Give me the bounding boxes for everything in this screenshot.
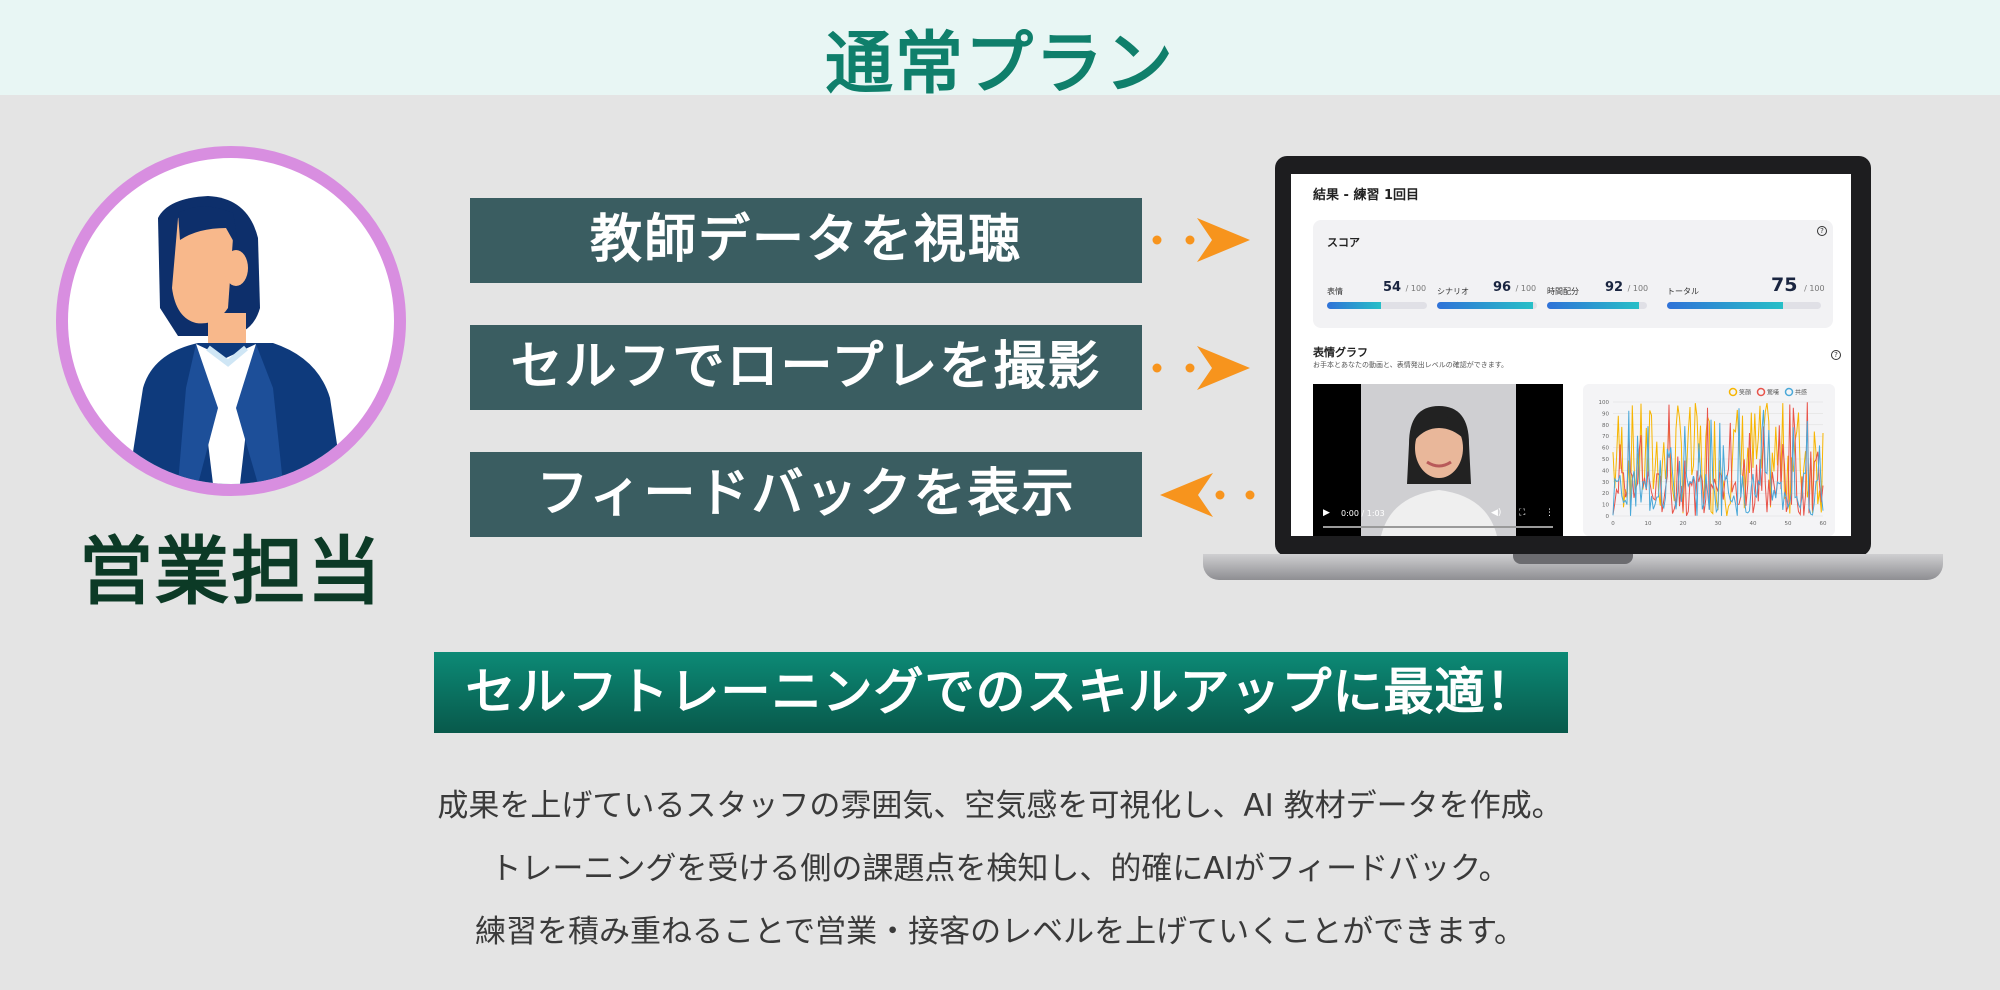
x-tick-label: 20 bbox=[1680, 521, 1687, 527]
y-tick-label: 20 bbox=[1602, 491, 1609, 497]
score-label: シナリオ bbox=[1437, 287, 1469, 296]
expression-graph-subtitle: お手本とあなたの動画と、表情発出レベルの確認ができます。 bbox=[1313, 361, 1509, 369]
score-item-scenario: シナリオ 96 / 100 bbox=[1437, 280, 1537, 310]
score-label: 時間配分 bbox=[1547, 287, 1579, 296]
description-line: 練習を積み重ねることで営業・接客のレベルを上げていくことができます。 bbox=[475, 914, 1525, 950]
score-title: スコア bbox=[1327, 236, 1360, 249]
score-bar bbox=[1547, 302, 1647, 309]
y-tick-label: 0 bbox=[1606, 514, 1610, 520]
video-time: 0:00 / 1:03 bbox=[1341, 509, 1385, 518]
description-line: トレーニングを受ける側の課題点を検知し、的確にAIがフィードバック。 bbox=[490, 851, 1510, 887]
header-bar: 通常プラン bbox=[0, 0, 2000, 104]
score-label: トータル bbox=[1667, 287, 1699, 296]
expression-chart: 笑顔 驚嘆 共感 100 90 80 70 60 50 40 30 20 10 0 0 10 20 30 40 50 6… bbox=[1583, 384, 1835, 536]
y-tick-label: 40 bbox=[1602, 468, 1609, 474]
legend-swatch bbox=[1784, 387, 1794, 397]
more-options-icon[interactable]: ⋮ bbox=[1545, 508, 1554, 518]
score-bar bbox=[1667, 302, 1821, 309]
role-label: 営業担当 bbox=[79, 529, 383, 615]
description-line: 成果を上げているスタッフの雰囲気、空気感を可視化し、AI 教材データを作成。 bbox=[437, 788, 1563, 824]
laptop: 結果 - 練習 1回目 スコア ? 表情 54 / 100 シナリオ 96 / … bbox=[1203, 156, 1943, 586]
legend-label: 笑顔 bbox=[1739, 389, 1751, 397]
legend-swatch bbox=[1756, 387, 1766, 397]
step-record-roleplay: セルフでロープレを撮影 bbox=[470, 325, 1142, 410]
score-value: 54 / 100 bbox=[1383, 280, 1427, 295]
score-bar bbox=[1327, 302, 1427, 309]
fullscreen-icon[interactable]: ⛶ bbox=[1519, 508, 1525, 518]
score-value: 92 / 100 bbox=[1605, 280, 1649, 295]
businesswoman-illustration bbox=[128, 196, 343, 484]
laptop-screen: 結果 - 練習 1回目 スコア ? 表情 54 / 100 シナリオ 96 / … bbox=[1291, 174, 1851, 536]
score-bar bbox=[1437, 302, 1537, 309]
y-tick-label: 60 bbox=[1602, 446, 1609, 452]
score-panel: スコア ? 表情 54 / 100 シナリオ 96 / 100 時間配分 92 … bbox=[1313, 220, 1833, 328]
x-tick-label: 50 bbox=[1785, 521, 1792, 527]
avatar bbox=[56, 146, 406, 496]
x-tick-label: 10 bbox=[1645, 521, 1652, 527]
score-item-expression: 表情 54 / 100 bbox=[1327, 280, 1427, 310]
result-title: 結果 - 練習 1回目 bbox=[1313, 188, 1420, 203]
y-tick-label: 10 bbox=[1602, 503, 1609, 509]
legend-swatch bbox=[1728, 387, 1738, 397]
y-tick-label: 90 bbox=[1602, 411, 1609, 417]
expression-graph-title: 表情グラフ bbox=[1313, 346, 1368, 359]
legend-label: 共感 bbox=[1795, 389, 1807, 397]
expression-line-chart: 笑顔 驚嘆 共感10090807060504030201000 10 20 30 40 50 6… bbox=[1599, 387, 1827, 527]
y-tick-label: 30 bbox=[1602, 480, 1609, 486]
page-title: 通常プラン bbox=[824, 25, 1175, 104]
video-controls: ▶ 0:00 / 1:03 ◀) ⛶ ⋮ bbox=[1313, 496, 1563, 536]
legend-label: 驚嘆 bbox=[1767, 389, 1779, 397]
help-icon[interactable]: ? bbox=[1831, 350, 1841, 360]
x-tick-label: 40 bbox=[1750, 521, 1757, 527]
volume-icon[interactable]: ◀) bbox=[1491, 508, 1501, 518]
score-value: 75 / 100 bbox=[1771, 274, 1825, 296]
laptop-notch bbox=[1513, 554, 1633, 564]
score-item-time-allocation: 時間配分 92 / 100 bbox=[1547, 280, 1649, 310]
video-progress-bar[interactable] bbox=[1323, 526, 1553, 528]
y-tick-label: 100 bbox=[1599, 400, 1610, 406]
help-icon[interactable]: ? bbox=[1817, 226, 1827, 236]
highlight-banner: セルフトレーニングでのスキルアップに最適！ bbox=[434, 652, 1568, 733]
y-tick-label: 80 bbox=[1602, 423, 1609, 429]
step-show-feedback: フィードバックを表示 bbox=[470, 452, 1142, 537]
y-tick-label: 70 bbox=[1602, 434, 1609, 440]
y-tick-label: 50 bbox=[1602, 457, 1609, 463]
x-tick-label: 0 bbox=[1611, 521, 1615, 527]
score-label: 表情 bbox=[1327, 287, 1343, 296]
x-tick-label: 30 bbox=[1715, 521, 1722, 527]
step-watch-teacher-data: 教師データを視聴 bbox=[470, 198, 1142, 283]
score-item-total: トータル 75 / 100 bbox=[1667, 274, 1825, 310]
score-value: 96 / 100 bbox=[1493, 280, 1537, 295]
play-icon[interactable]: ▶ bbox=[1323, 508, 1330, 518]
video-player[interactable]: ▶ 0:00 / 1:03 ◀) ⛶ ⋮ bbox=[1313, 384, 1563, 536]
x-tick-label: 60 bbox=[1820, 521, 1827, 527]
